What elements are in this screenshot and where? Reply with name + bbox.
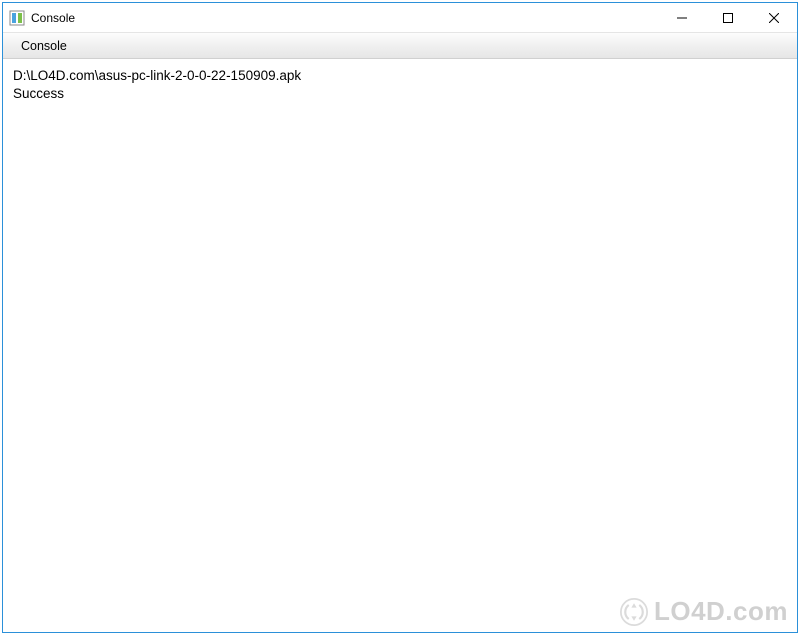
window-title: Console [31,11,75,25]
titlebar[interactable]: Console [3,3,797,33]
console-output: D:\LO4D.com\asus-pc-link-2-0-0-22-150909… [3,59,797,632]
output-line-2: Success [13,86,64,101]
menu-console[interactable]: Console [13,36,75,56]
window-controls [659,3,797,32]
maximize-button[interactable] [705,3,751,33]
menubar: Console [3,33,797,59]
output-line-1: D:\LO4D.com\asus-pc-link-2-0-0-22-150909… [13,68,301,83]
close-button[interactable] [751,3,797,33]
app-icon [9,10,25,26]
console-window: Console Console D:\LO4D.com\asus-pc-link… [2,2,798,633]
minimize-button[interactable] [659,3,705,33]
